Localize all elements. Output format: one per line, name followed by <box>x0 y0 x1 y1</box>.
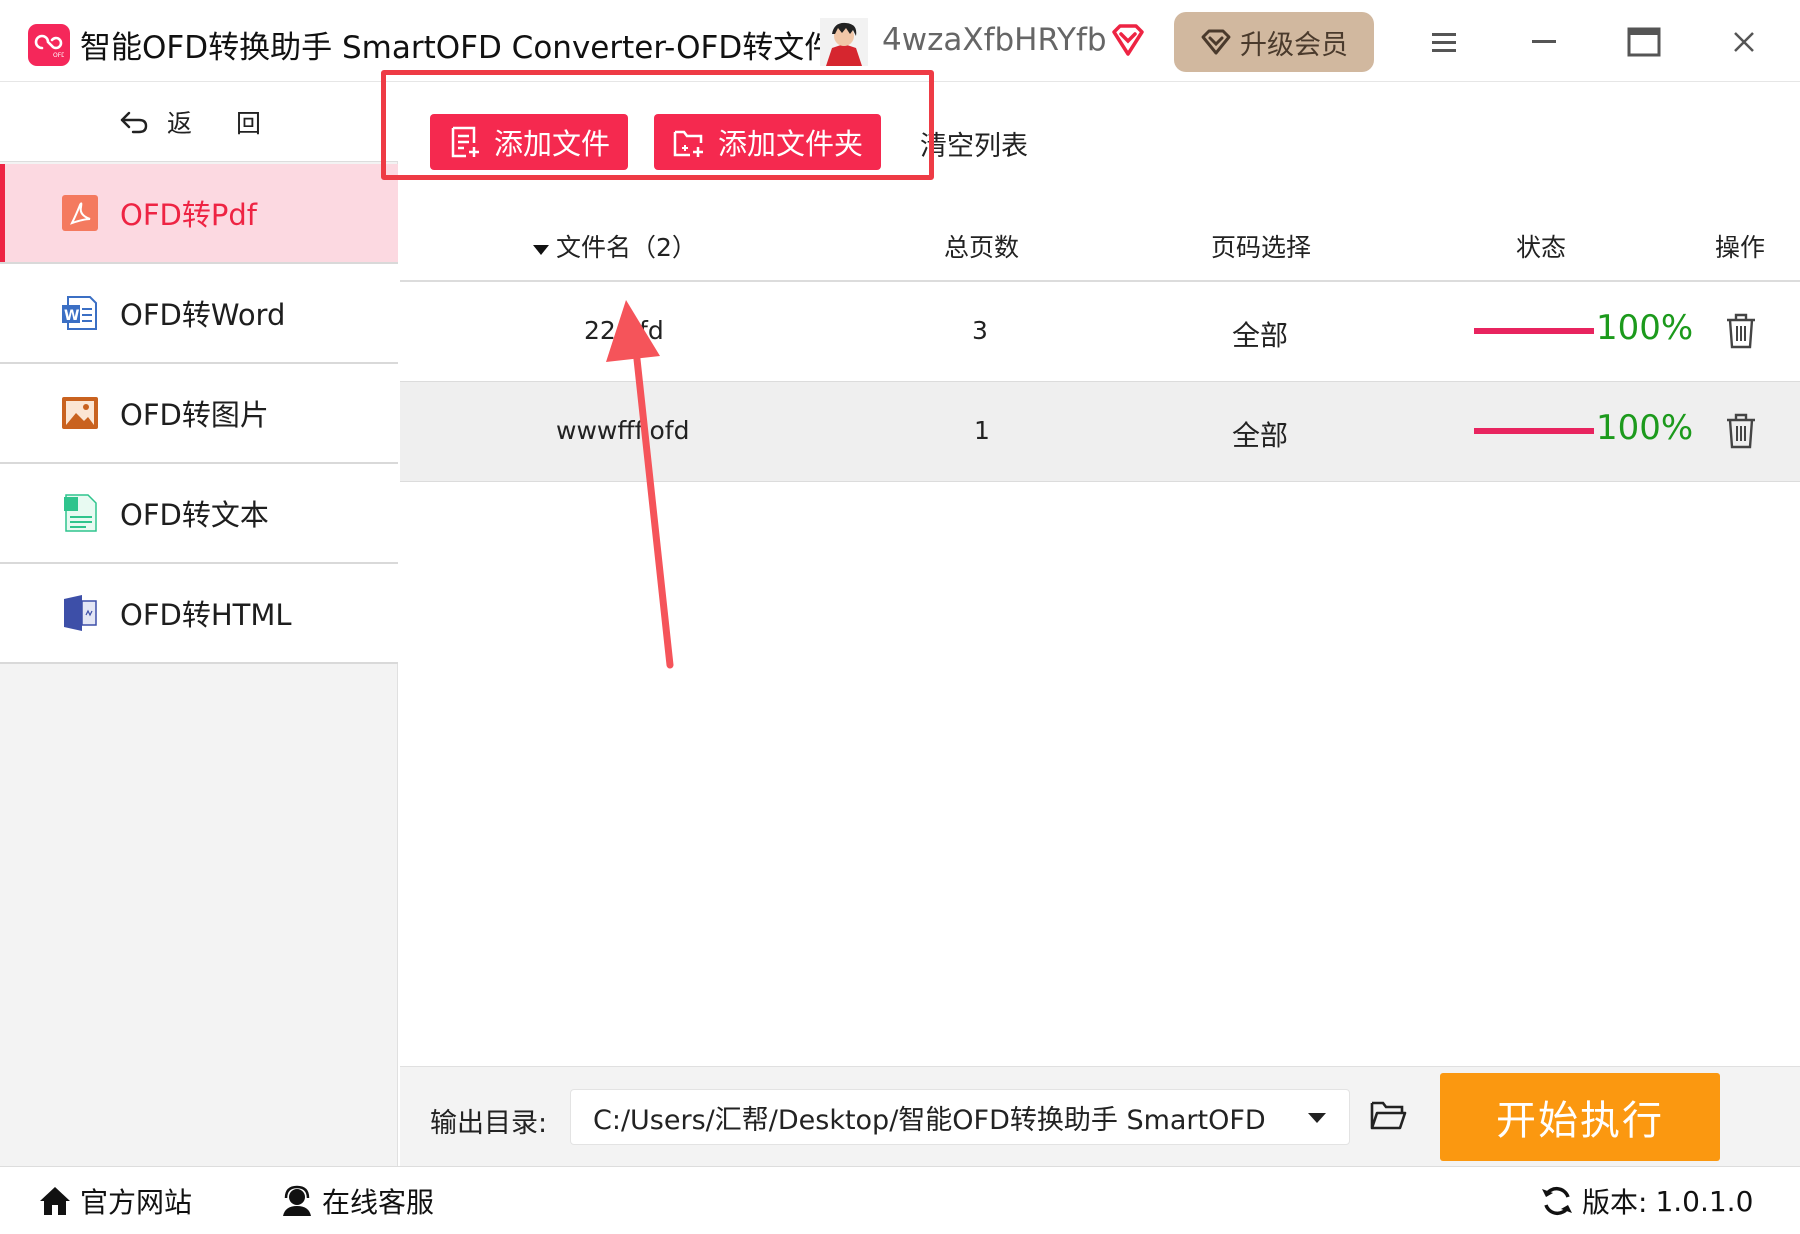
sidebar-item-ofd-to-text[interactable]: OFD转文本 <box>0 464 398 564</box>
sidebar-item-ofd-to-image[interactable]: OFD转图片 <box>0 364 398 464</box>
sidebar-item-ofd-to-html[interactable]: OFD转HTML <box>0 564 398 664</box>
back-button[interactable]: 返 回 <box>0 82 398 162</box>
refresh-icon <box>1542 1186 1572 1216</box>
user-avatar[interactable] <box>820 18 868 66</box>
progress-bar <box>1474 328 1594 334</box>
page-select-cell[interactable]: 全部 <box>1232 314 1288 354</box>
output-bar: 输出目录: C:/Users/汇帮/Desktop/智能OFD转换助手 Smar… <box>400 1066 1800 1166</box>
vip-diamond-icon <box>1201 29 1231 55</box>
progress-bar <box>1474 428 1594 434</box>
sidebar-item-label: OFD转文本 <box>120 498 269 532</box>
table-row[interactable]: 22.ofd 3 全部 100% <box>400 282 1800 382</box>
minimize-icon <box>1532 40 1556 43</box>
close-icon <box>1734 32 1754 52</box>
add-folder-label: 添加文件夹 <box>718 127 864 161</box>
status-percent: 100% <box>1596 408 1694 448</box>
actions-header: 操作 <box>1715 233 1766 262</box>
filename-cell: 22.ofd <box>584 316 664 345</box>
upgrade-label: 升级会员 <box>1240 29 1348 61</box>
online-support-link[interactable]: 在线客服 <box>280 1181 434 1221</box>
sidebar-item-label: OFD转HTML <box>120 598 292 632</box>
app-title: 智能OFD转换助手 SmartOFD Converter-OFD转文件 <box>80 30 836 66</box>
html-file-icon <box>64 595 97 631</box>
image-icon <box>62 397 98 429</box>
vip-diamond-icon <box>1110 22 1146 58</box>
text-file-icon <box>64 494 97 532</box>
word-icon: W <box>62 296 97 330</box>
sidebar-item-ofd-to-pdf[interactable]: OFD转Pdf <box>0 164 398 264</box>
page-select-header: 页码选择 <box>1211 233 1312 262</box>
add-file-icon <box>451 126 479 158</box>
add-folder-icon <box>673 130 703 157</box>
upgrade-vip-button[interactable]: 升级会员 <box>1174 12 1374 72</box>
svg-text:W: W <box>64 308 79 324</box>
sidebar-item-label: OFD转图片 <box>120 398 269 432</box>
official-website-link[interactable]: 官方网站 <box>38 1181 192 1221</box>
app-logo-icon: OFD <box>28 24 70 66</box>
version-info[interactable]: 版本: 1.0.1.0 <box>1540 1181 1753 1221</box>
support-label: 在线客服 <box>322 1186 435 1219</box>
add-file-label: 添加文件 <box>494 127 611 161</box>
output-dir-select[interactable]: C:/Users/汇帮/Desktop/智能OFD转换助手 SmartOFD <box>570 1089 1350 1145</box>
minimize-button[interactable] <box>1522 20 1566 64</box>
file-table: 文件名（2） 总页数 页码选择 状态 操作 22.ofd 3 全部 100% w… <box>400 200 1800 482</box>
table-row[interactable]: wwwfff.ofd 1 全部 100% <box>400 382 1800 482</box>
progress-fill <box>1474 428 1594 434</box>
add-file-button[interactable]: 添加文件 <box>430 114 629 170</box>
hamburger-menu-icon <box>1432 33 1456 52</box>
pages-header: 总页数 <box>944 233 1020 262</box>
start-button[interactable]: 开始执行 <box>1440 1073 1720 1161</box>
pages-cell: 3 <box>972 316 988 345</box>
clear-list-button[interactable]: 清空列表 <box>920 124 1028 163</box>
svg-text:OFD: OFD <box>53 52 64 59</box>
sort-caret-down-icon <box>533 245 549 255</box>
sidebar-item-ofd-to-word[interactable]: W OFD转Word <box>0 264 398 364</box>
page-select-cell[interactable]: 全部 <box>1232 414 1288 454</box>
open-folder-icon[interactable] <box>1368 1095 1408 1135</box>
sort-filename-header[interactable]: 文件名（2） <box>532 228 697 264</box>
filename-cell: wwwfff.ofd <box>556 416 690 445</box>
status-header: 状态 <box>1516 233 1567 262</box>
version-label: 版本: <box>1582 1186 1648 1219</box>
maximize-icon <box>1627 27 1661 57</box>
website-label: 官方网站 <box>80 1186 193 1219</box>
username: 4wzaXfbHRYfb <box>882 22 1107 58</box>
customer-service-icon <box>283 1185 311 1216</box>
sidebar: 返 回 OFD转Pdf W OFD转Word OFD转图片 OFD转文本 OFD… <box>0 82 398 1166</box>
sidebar-item-label: OFD转Word <box>120 298 286 332</box>
delete-trash-icon[interactable] <box>1724 412 1758 450</box>
pages-cell: 1 <box>974 416 990 445</box>
output-dir-value: C:/Users/汇帮/Desktop/智能OFD转换助手 SmartOFD <box>593 1104 1266 1136</box>
add-folder-button[interactable]: 添加文件夹 <box>654 114 882 170</box>
table-header: 文件名（2） 总页数 页码选择 状态 操作 <box>400 200 1800 282</box>
back-arrow-icon <box>120 111 148 133</box>
output-dir-label: 输出目录: <box>430 1108 548 1139</box>
bottom-bar: 官方网站 在线客服 版本: 1.0.1.0 <box>0 1166 1800 1234</box>
status-percent: 100% <box>1596 308 1694 348</box>
delete-trash-icon[interactable] <box>1724 312 1758 350</box>
nav-list: OFD转Pdf W OFD转Word OFD转图片 OFD转文本 OFD转HTM… <box>0 164 398 664</box>
maximize-button[interactable] <box>1622 20 1666 64</box>
home-icon <box>40 1187 70 1215</box>
back-label: 返 回 <box>167 108 279 138</box>
version-value: 1.0.1.0 <box>1655 1184 1754 1218</box>
title-bar: OFD 智能OFD转换助手 SmartOFD Converter-OFD转文件 … <box>0 0 1800 82</box>
progress-fill <box>1474 328 1594 334</box>
filename-header-label: 文件名（2） <box>556 233 697 262</box>
pdf-icon <box>62 195 98 231</box>
close-button[interactable] <box>1722 20 1766 64</box>
sidebar-item-label: OFD转Pdf <box>120 198 257 232</box>
menu-button[interactable] <box>1422 20 1466 64</box>
chevron-down-icon <box>1308 1113 1326 1123</box>
